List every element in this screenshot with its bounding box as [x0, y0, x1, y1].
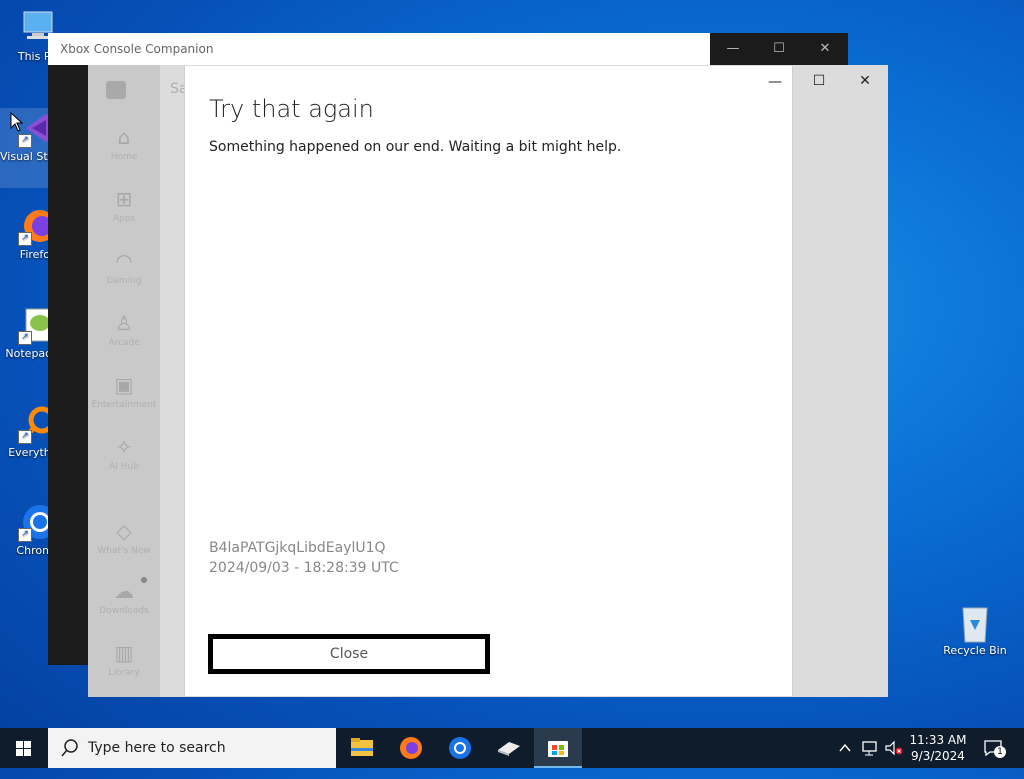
whats-new-icon: ◇: [116, 519, 132, 543]
shortcut-arrow-icon: ↗: [18, 331, 32, 345]
clock-time: 11:33 AM: [909, 733, 967, 747]
ai-hub-icon: ✧: [115, 435, 133, 459]
windows-logo-icon: [16, 741, 31, 756]
arcade-icon: ♙: [115, 311, 133, 335]
library-icon: ▥: [114, 641, 134, 665]
dialog-error-details: B4laPATGjkqLibdEaylU1Q 2024/09/03 - 18:2…: [209, 538, 399, 578]
taskbar-search-box[interactable]: Type here to search: [48, 728, 336, 768]
store-sidebar: ⌂ Home ⊞ Apps ◠ Gaming ♙ Arcade ▣ Entertainme…: [88, 65, 160, 697]
nav-item-whats-new[interactable]: ◇ What's New: [88, 519, 160, 556]
dialog-close-button[interactable]: Close: [207, 633, 491, 675]
store-close-button[interactable]: ✕: [842, 65, 888, 97]
taskbar: Type here to search 11:33 AM 9/3/2024 1: [0, 728, 1024, 768]
nav-item-label: Downloads: [99, 606, 149, 616]
recycle-bin-icon: [955, 602, 995, 643]
error-timestamp: 2024/09/03 - 18:28:39 UTC: [209, 560, 399, 576]
nav-item-home[interactable]: ⌂ Home: [88, 125, 160, 162]
xbox-maximize-button[interactable]: ☐: [756, 33, 802, 65]
microsoft-store-icon: [548, 741, 568, 757]
apps-icon: ⊞: [115, 187, 133, 211]
shortcut-arrow-icon: ↗: [18, 232, 32, 246]
gaming-icon: ◠: [115, 249, 133, 273]
home-icon: ⌂: [117, 125, 131, 149]
file-explorer-icon: [351, 738, 373, 756]
xbox-window-title: Xbox Console Companion: [60, 42, 214, 56]
start-button[interactable]: [0, 728, 48, 768]
taskbar-file-explorer[interactable]: [338, 728, 386, 768]
nav-item-label: Home: [110, 152, 138, 162]
taskbar-app-generic[interactable]: [485, 728, 533, 768]
search-icon: [61, 739, 78, 757]
nav-item-label: AI Hub: [109, 462, 139, 472]
nav-item-library[interactable]: ▥ Library: [88, 641, 160, 678]
show-hidden-icons-chevron-icon[interactable]: [838, 739, 852, 779]
desktop-icon-recycle-bin[interactable]: Recycle Bin: [937, 602, 1013, 657]
shortcut-arrow-icon: ↗: [18, 528, 32, 542]
shortcut-arrow-icon: ↗: [18, 430, 32, 444]
nav-item-label: What's New: [97, 546, 151, 556]
store-logo-icon: [106, 81, 126, 99]
taskbar-search-placeholder: Type here to search: [88, 740, 226, 756]
nav-item-label: Library: [108, 668, 140, 678]
firefox-icon: [400, 737, 422, 759]
nav-item-label: Entertainment: [91, 400, 157, 410]
mouse-cursor-icon: [10, 111, 24, 136]
taskbar-firefox[interactable]: [387, 728, 435, 768]
nav-item-gaming[interactable]: ◠ Gaming: [88, 249, 160, 286]
dialog-minimize-button[interactable]: —: [768, 74, 782, 90]
action-center-button[interactable]: 1: [982, 738, 1006, 778]
book-icon: [498, 742, 520, 756]
taskbar-microsoft-store[interactable]: [534, 728, 582, 768]
store-maximize-button[interactable]: ☐: [796, 65, 842, 97]
nav-item-label: Arcade: [108, 338, 140, 348]
nav-item-label: Gaming: [106, 276, 142, 286]
xbox-minimize-button[interactable]: —: [710, 33, 756, 65]
xbox-close-button[interactable]: ✕: [802, 33, 848, 65]
downloads-badge: [141, 577, 147, 583]
error-code: B4laPATGjkqLibdEaylU1Q: [209, 540, 386, 556]
clock-date: 9/3/2024: [911, 749, 965, 763]
shortcut-arrow-icon: ↗: [18, 134, 32, 148]
network-icon[interactable]: [861, 739, 879, 779]
nav-item-ai-hub[interactable]: ✧ AI Hub: [88, 435, 160, 472]
downloads-icon: ☁: [114, 579, 134, 603]
nav-item-apps[interactable]: ⊞ Apps: [88, 187, 160, 224]
xbox-title-bar[interactable]: Xbox Console Companion: [48, 33, 710, 65]
nav-item-arcade[interactable]: ♙ Arcade: [88, 311, 160, 348]
nav-item-downloads[interactable]: ☁ Downloads: [88, 579, 160, 616]
dialog-message: Something happened on our end. Waiting a…: [209, 139, 622, 155]
error-dialog: — Try that again Something happened on o…: [184, 66, 793, 696]
chrome-icon: [449, 737, 471, 759]
taskbar-clock[interactable]: 11:33 AM 9/3/2024: [902, 732, 974, 764]
dialog-title: Try that again: [209, 95, 374, 123]
nav-item-entertainment[interactable]: ▣ Entertainment: [88, 373, 160, 410]
taskbar-chrome[interactable]: [436, 728, 484, 768]
nav-item-label: Apps: [112, 214, 136, 224]
entertainment-icon: ▣: [114, 373, 134, 397]
volume-muted-icon[interactable]: [884, 739, 904, 779]
notification-count-badge: 1: [994, 746, 1006, 758]
